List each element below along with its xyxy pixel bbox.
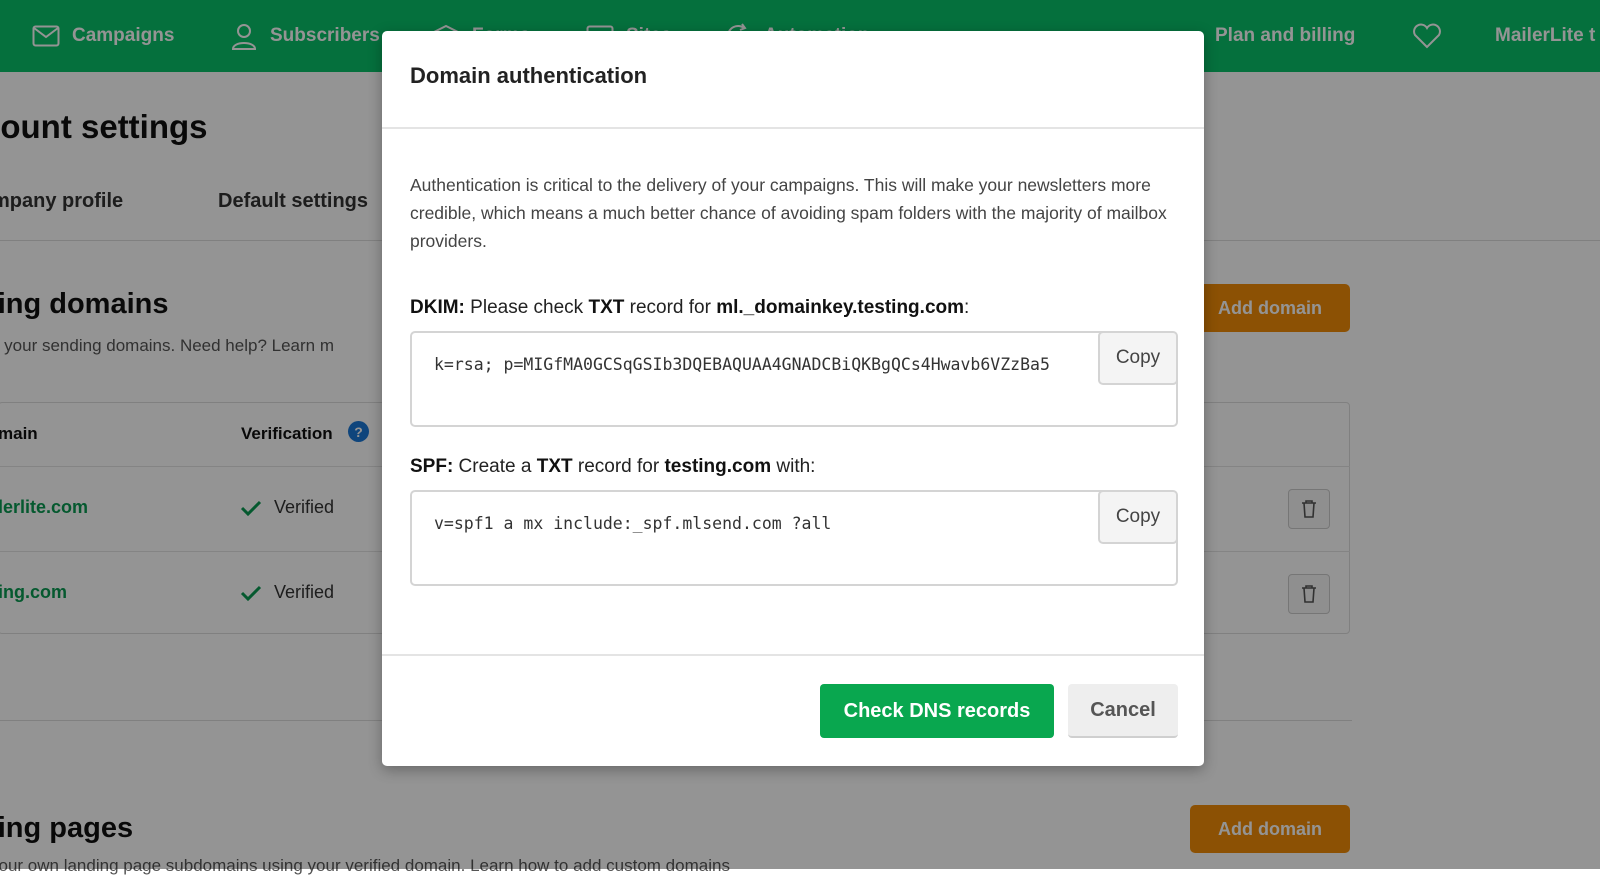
spf-record-field[interactable]: v=spf1 a mx include:_spf.mlsend.com ?all…: [410, 490, 1178, 586]
spf-text-2: record for: [572, 456, 665, 477]
copy-dkim-button[interactable]: Copy: [1098, 333, 1176, 385]
spf-record-type: TXT: [536, 456, 573, 477]
dkim-text-2: record for: [624, 297, 717, 318]
domain-authentication-dialog: Domain authentication Authentication is …: [382, 31, 1204, 766]
spf-host: testing.com: [664, 456, 772, 477]
dialog-footer-divider: [382, 654, 1204, 656]
dkim-prefix: DKIM:: [410, 297, 465, 318]
spf-prefix: SPF:: [410, 456, 454, 477]
spf-suffix: with:: [771, 456, 816, 477]
dialog-description: Authentication is critical to the delive…: [410, 175, 1167, 251]
dkim-record-type: TXT: [588, 297, 625, 318]
dkim-suffix: :: [964, 297, 970, 318]
cancel-button[interactable]: Cancel: [1068, 684, 1178, 738]
dkim-record-value[interactable]: k=rsa; p=MIGfMA0GCSqGSIb3DQEBAQUAA4GNADC…: [434, 355, 1096, 374]
dialog-header-divider: [382, 127, 1204, 129]
spf-record-value[interactable]: v=spf1 a mx include:_spf.mlsend.com ?all: [434, 514, 1096, 533]
dkim-text-1: Please check: [464, 297, 589, 318]
copy-spf-button[interactable]: Copy: [1098, 492, 1176, 544]
dkim-label: DKIM: Please check TXT record for ml._do…: [410, 297, 969, 319]
dkim-host: ml._domainkey.testing.com: [716, 297, 965, 318]
dkim-record-field[interactable]: k=rsa; p=MIGfMA0GCSqGSIb3DQEBAQUAA4GNADC…: [410, 331, 1178, 427]
spf-text-1: Create a: [453, 456, 537, 477]
spf-label: SPF: Create a TXT record for testing.com…: [410, 456, 815, 478]
check-dns-records-button[interactable]: Check DNS records: [820, 684, 1054, 738]
dialog-title: Domain authentication: [410, 63, 648, 88]
